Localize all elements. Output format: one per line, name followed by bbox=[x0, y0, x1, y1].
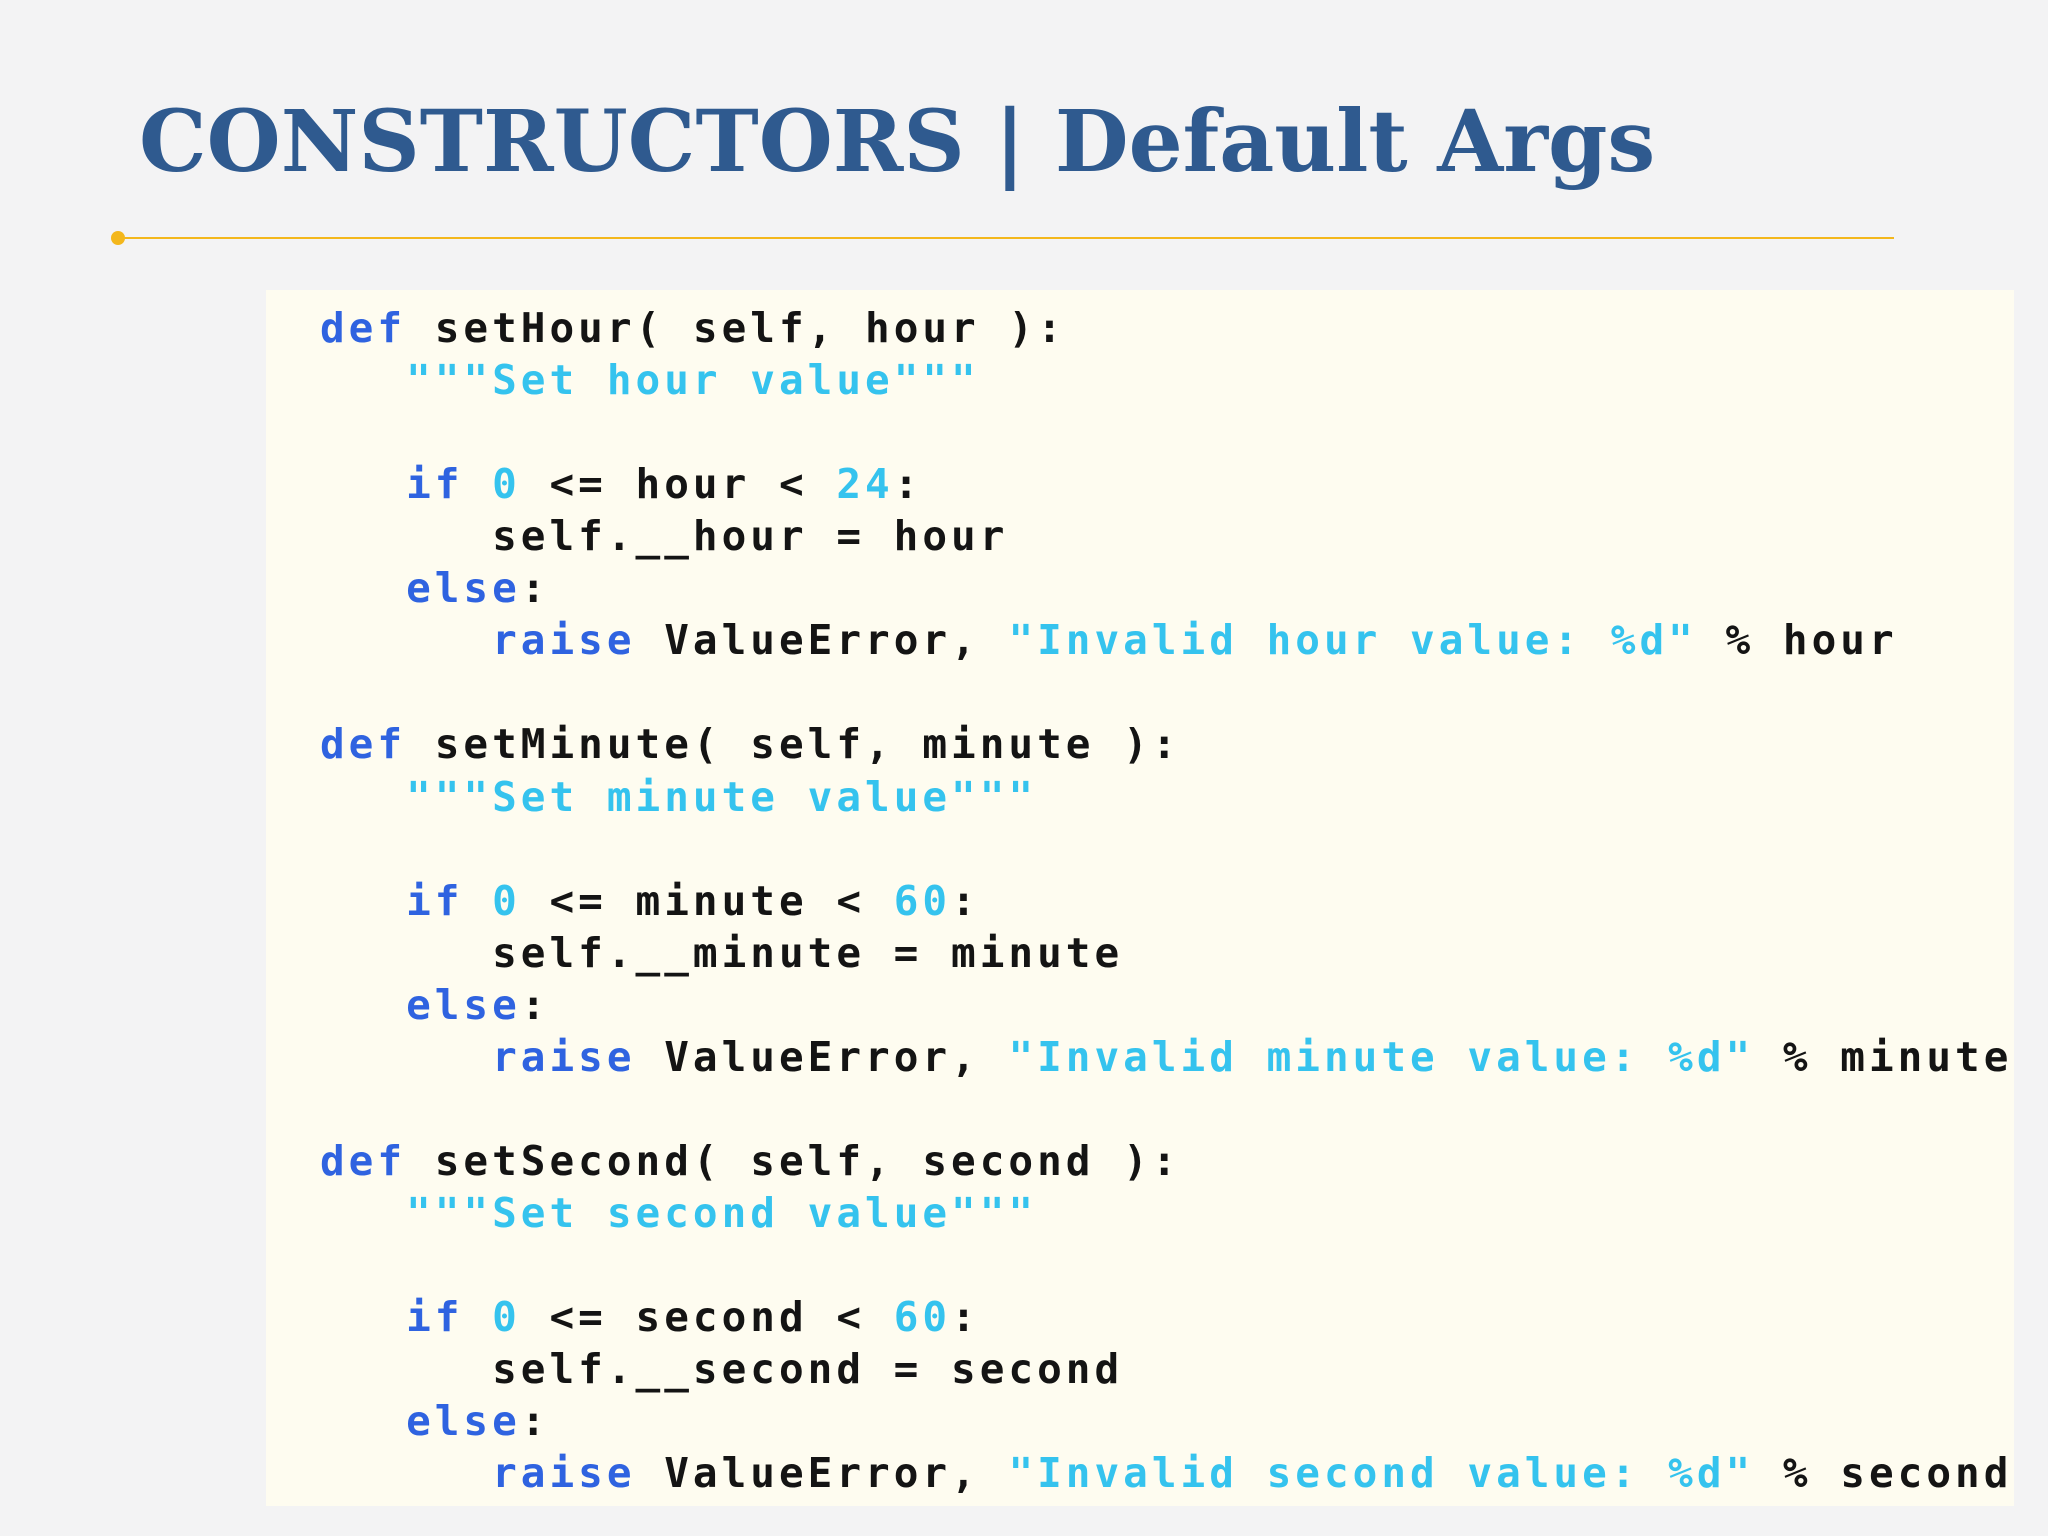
number-token: 24 bbox=[836, 460, 894, 509]
title-divider bbox=[119, 237, 1894, 239]
code-token: : bbox=[520, 980, 550, 1029]
code-token: <= hour < bbox=[520, 460, 837, 509]
keyword-token: else bbox=[406, 564, 521, 613]
keyword-token: raise bbox=[492, 1032, 636, 1081]
keyword-token: if bbox=[406, 460, 464, 509]
code-token: <= second < bbox=[520, 1293, 894, 1342]
string-token: """Set second value""" bbox=[406, 1189, 1038, 1238]
code-token: self.__hour = hour bbox=[320, 512, 1009, 561]
code-line: self.__second = second bbox=[320, 1343, 1123, 1395]
code-token: self.__second = second bbox=[320, 1345, 1124, 1394]
code-token: % minute bbox=[1754, 1032, 2013, 1081]
string-token: "Invalid minute value: %d" bbox=[1008, 1032, 1755, 1081]
number-token: 0 bbox=[492, 876, 521, 925]
code-line: def setHour( self, hour ): bbox=[320, 302, 1066, 354]
code-line: def setSecond( self, second ): bbox=[320, 1135, 1181, 1187]
code-line: """Set minute value""" bbox=[320, 771, 1037, 823]
keyword-token: if bbox=[406, 876, 464, 925]
code-line: if 0 <= second < 60: bbox=[320, 1291, 980, 1343]
code-token: % second bbox=[1754, 1449, 2013, 1498]
code-token: : bbox=[951, 1293, 980, 1342]
code-line: if 0 <= minute < 60: bbox=[320, 875, 980, 927]
string-token: """Set hour value""" bbox=[406, 356, 980, 405]
code-line: self.__hour = hour bbox=[320, 510, 1008, 562]
code-token: setSecond( self, second ): bbox=[406, 1136, 1181, 1185]
code-token: ValueError, bbox=[635, 616, 1009, 665]
code-token: : bbox=[951, 876, 980, 925]
keyword-token: def bbox=[320, 1136, 407, 1185]
code-line: raise ValueError, "Invalid hour value: %… bbox=[320, 614, 1898, 666]
string-token: "Invalid hour value: %d" bbox=[1008, 616, 1697, 665]
code-token: setHour( self, hour ): bbox=[406, 304, 1066, 352]
code-line: def setMinute( self, minute ): bbox=[320, 718, 1181, 770]
code-token: <= minute < bbox=[520, 876, 894, 925]
code-line: """Set second value""" bbox=[320, 1187, 1037, 1239]
number-token: 0 bbox=[492, 460, 521, 509]
code-token: % hour bbox=[1696, 616, 1898, 665]
code-token: ValueError, bbox=[635, 1032, 1009, 1081]
keyword-token: def bbox=[320, 304, 407, 352]
code-token: setMinute( self, minute ): bbox=[406, 720, 1181, 769]
code-line: else: bbox=[320, 562, 550, 614]
code-token: : bbox=[893, 460, 923, 509]
number-token: 60 bbox=[893, 876, 952, 925]
string-token: """Set minute value""" bbox=[406, 772, 1038, 821]
keyword-token: if bbox=[406, 1293, 464, 1342]
code-token: ValueError, bbox=[635, 1449, 1009, 1498]
code-line: self.__minute = minute bbox=[320, 927, 1123, 979]
keyword-token: raise bbox=[492, 616, 636, 665]
keyword-token: else bbox=[406, 1397, 521, 1446]
code-line: raise ValueError, "Invalid second value:… bbox=[320, 1447, 2012, 1499]
code-token: : bbox=[520, 1397, 550, 1446]
code-line: raise ValueError, "Invalid minute value:… bbox=[320, 1031, 2012, 1083]
code-line: else: bbox=[320, 1395, 550, 1447]
code-token: self.__minute = minute bbox=[320, 928, 1124, 977]
code-token: : bbox=[520, 564, 550, 613]
number-token: 60 bbox=[893, 1293, 952, 1342]
keyword-token: def bbox=[320, 720, 407, 769]
slide-title: CONSTRUCTORS | Default Args bbox=[139, 92, 1656, 192]
code-block: def setHour( self, hour ): """Set hour v… bbox=[266, 290, 2014, 1506]
code-line: if 0 <= hour < 24: bbox=[320, 458, 922, 510]
code-line: """Set hour value""" bbox=[320, 354, 980, 406]
string-token: "Invalid second value: %d" bbox=[1008, 1449, 1755, 1498]
code-line: else: bbox=[320, 979, 550, 1031]
number-token: 0 bbox=[492, 1293, 521, 1342]
keyword-token: raise bbox=[492, 1449, 636, 1498]
keyword-token: else bbox=[406, 980, 521, 1029]
